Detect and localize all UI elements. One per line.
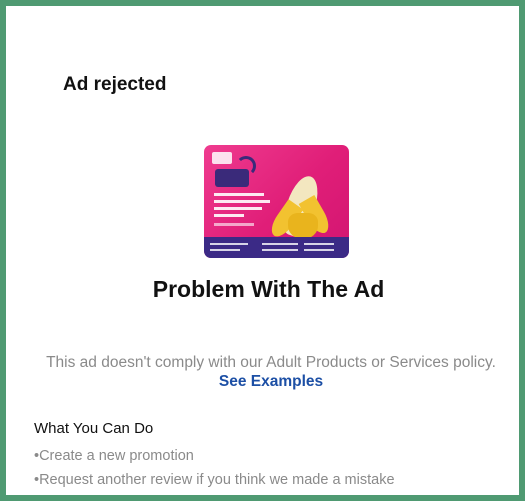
- dialog-title: Ad rejected: [63, 74, 167, 95]
- action-list: •Create a new promotion •Request another…: [34, 447, 395, 495]
- brand-logo-icon: [212, 152, 232, 164]
- see-examples-link[interactable]: See Examples: [219, 373, 323, 390]
- ad-rejected-panel: Ad rejected Problem With The Ad This ad …: [0, 0, 525, 501]
- problem-heading: Problem With The Ad: [152, 276, 385, 302]
- ad-footer-band: [204, 237, 349, 258]
- list-item: •Request another review if you think we …: [34, 472, 395, 488]
- question-mark-icon: [236, 156, 256, 176]
- rejection-description: This ad doesn't comply with our Adult Pr…: [36, 353, 506, 391]
- what-you-can-do-heading: What You Can Do: [34, 420, 154, 437]
- description-text: This ad doesn't comply with our Adult Pr…: [46, 354, 496, 371]
- list-item: •Create a new promotion: [34, 448, 194, 464]
- rejected-ad-thumbnail: [204, 145, 349, 258]
